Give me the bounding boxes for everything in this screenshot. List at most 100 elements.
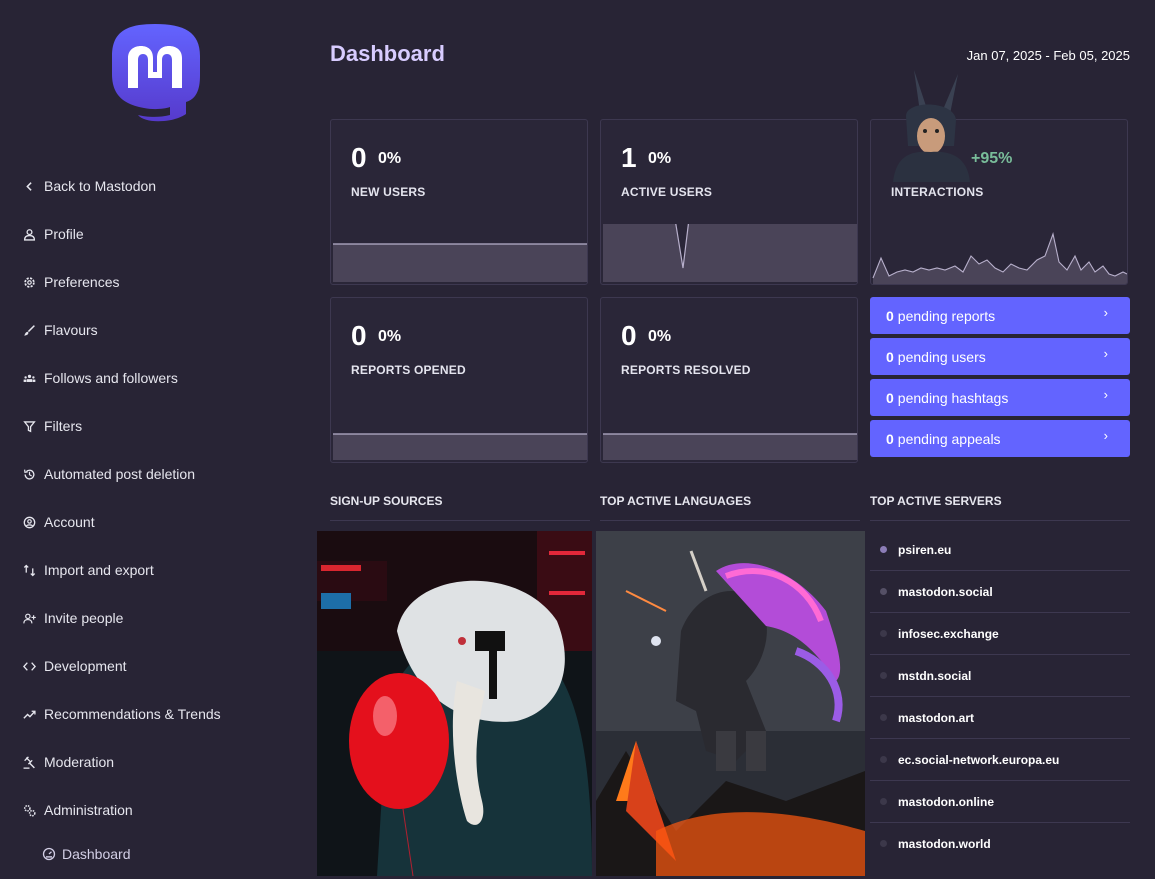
server-name: mastodon.online — [898, 794, 994, 809]
account-circle-icon — [22, 515, 36, 529]
sidebar-item-flavours[interactable]: Flavours — [22, 306, 221, 354]
pending-count: 0 — [886, 430, 894, 447]
person-icon — [22, 227, 36, 241]
section-title-languages: TOP ACTIVE LANGUAGES — [600, 494, 860, 521]
metric-label: REPORTS RESOLVED — [621, 363, 751, 377]
sidebar-item-back[interactable]: Back to Mastodon — [22, 162, 221, 210]
pending-users-button[interactable]: 0 pending users › — [870, 338, 1130, 375]
server-dot — [880, 798, 887, 805]
metric-label: NEW USERS — [351, 185, 426, 199]
server-row: psiren.eu — [870, 529, 1130, 571]
sparkline — [603, 224, 857, 282]
sidebar-item-administration[interactable]: Administration — [22, 786, 221, 834]
sidebar-subitem-dashboard[interactable]: Dashboard — [42, 846, 131, 862]
server-row: infosec.exchange — [870, 613, 1130, 655]
server-name: infosec.exchange — [898, 626, 999, 641]
server-dot — [880, 672, 887, 679]
metric-change: +95% — [971, 150, 1013, 167]
gavel-icon — [22, 755, 36, 769]
metric-label: REPORTS OPENED — [351, 363, 466, 377]
pending-count: 0 — [886, 389, 894, 406]
sidebar-item-label: Automated post deletion — [44, 466, 195, 482]
sidebar-item-label: Moderation — [44, 754, 115, 770]
sidebar-item-label: Flavours — [44, 322, 98, 338]
server-name: mastodon.art — [898, 710, 975, 725]
server-dot — [880, 630, 887, 637]
sparkline — [603, 433, 857, 460]
server-dot — [880, 714, 887, 721]
history-icon — [22, 467, 36, 481]
sparkline — [333, 433, 587, 460]
server-row: mastodon.world — [870, 823, 1130, 864]
pending-count: 0 — [886, 348, 894, 365]
section-title-servers: TOP ACTIVE SERVERS — [870, 494, 1130, 521]
pending-appeals-button[interactable]: 0 pending appeals › — [870, 420, 1130, 457]
server-dot — [880, 840, 887, 847]
server-row: mastodon.art — [870, 697, 1130, 739]
sidebar-item-label: Account — [44, 514, 95, 530]
sidebar-item-moderation[interactable]: Moderation — [22, 738, 221, 786]
pending-count: 0 — [886, 307, 894, 324]
import-export-icon — [22, 563, 36, 577]
metric-label: ACTIVE USERS — [621, 185, 713, 199]
sidebar-item-automated-deletion[interactable]: Automated post deletion — [22, 450, 221, 498]
server-row: mstdn.social — [870, 655, 1130, 697]
server-name: psiren.eu — [898, 542, 952, 557]
metric-card-new-users: 0 0% NEW USERS — [330, 119, 588, 285]
server-name: mstdn.social — [898, 668, 972, 683]
mastodon-logo[interactable] — [108, 22, 202, 122]
chevron-right-icon: › — [1103, 346, 1108, 361]
sparkline — [333, 243, 587, 282]
sidebar-item-label: Filters — [44, 418, 83, 434]
sidebar-item-filters[interactable]: Filters — [22, 402, 221, 450]
sidebar-item-profile[interactable]: Profile — [22, 210, 221, 258]
chevron-right-icon: › — [1103, 305, 1108, 320]
chevron-right-icon: › — [1103, 387, 1108, 402]
sidebar-item-label: Development — [44, 658, 127, 674]
metric-card-reports-resolved: 0 0% REPORTS RESOLVED — [600, 297, 858, 463]
server-row: mastodon.online — [870, 781, 1130, 823]
pending-label: pending hashtags — [897, 389, 1009, 406]
metric-value: 0 — [351, 320, 367, 351]
code-icon — [22, 659, 36, 673]
pending-label: pending users — [897, 348, 986, 365]
speedometer-icon — [42, 847, 56, 861]
sidebar-item-development[interactable]: Development — [22, 642, 221, 690]
server-dot — [880, 756, 887, 763]
pending-reports-button[interactable]: 0 pending reports › — [870, 297, 1130, 334]
date-range: Jan 07, 2025 - Feb 05, 2025 — [966, 48, 1130, 63]
metric-card-active-users: 1 0% ACTIVE USERS — [600, 119, 858, 285]
chevron-left-icon — [22, 179, 36, 193]
metric-change: 0% — [378, 328, 402, 345]
person-add-icon — [22, 611, 36, 625]
pending-label: pending reports — [897, 307, 996, 324]
servers-list: psiren.eu mastodon.social infosec.exchan… — [870, 529, 1130, 864]
sidebar-item-recommendations[interactable]: Recommendations & Trends — [22, 690, 221, 738]
trending-up-icon — [22, 707, 36, 721]
metric-value: 1 — [621, 142, 637, 173]
server-name: ec.social-network.europa.eu — [898, 752, 1060, 767]
server-name: mastodon.social — [898, 584, 993, 599]
sparkline — [872, 232, 1127, 284]
sidebar-item-preferences[interactable]: Preferences — [22, 258, 221, 306]
server-name: mastodon.world — [898, 836, 991, 851]
pending-hashtags-button[interactable]: 0 pending hashtags › — [870, 379, 1130, 416]
metric-change: 0% — [648, 328, 672, 345]
brush-icon — [22, 323, 36, 337]
sidebar-item-invite[interactable]: Invite people — [22, 594, 221, 642]
sidebar-item-label: Import and export — [44, 562, 154, 578]
metric-label: INTERACTIONS — [891, 185, 984, 199]
bunny-costume-sticker — [893, 70, 970, 182]
sidebar-item-follows[interactable]: Follows and followers — [22, 354, 221, 402]
pending-label: pending appeals — [897, 430, 1001, 447]
section-title-signup: SIGN-UP SOURCES — [330, 494, 590, 521]
sidebar-item-label: Preferences — [44, 274, 120, 290]
sidebar-item-label: Follows and followers — [44, 370, 178, 386]
sidebar-item-label: Back to Mastodon — [44, 178, 157, 194]
sidebar-item-account[interactable]: Account — [22, 498, 221, 546]
sidebar-item-import-export[interactable]: Import and export — [22, 546, 221, 594]
server-row: ec.social-network.europa.eu — [870, 739, 1130, 781]
sidebar-nav: Back to Mastodon Profile Preferences Fla… — [22, 162, 221, 834]
metric-value: 0 — [621, 320, 637, 351]
server-row: mastodon.social — [870, 571, 1130, 613]
